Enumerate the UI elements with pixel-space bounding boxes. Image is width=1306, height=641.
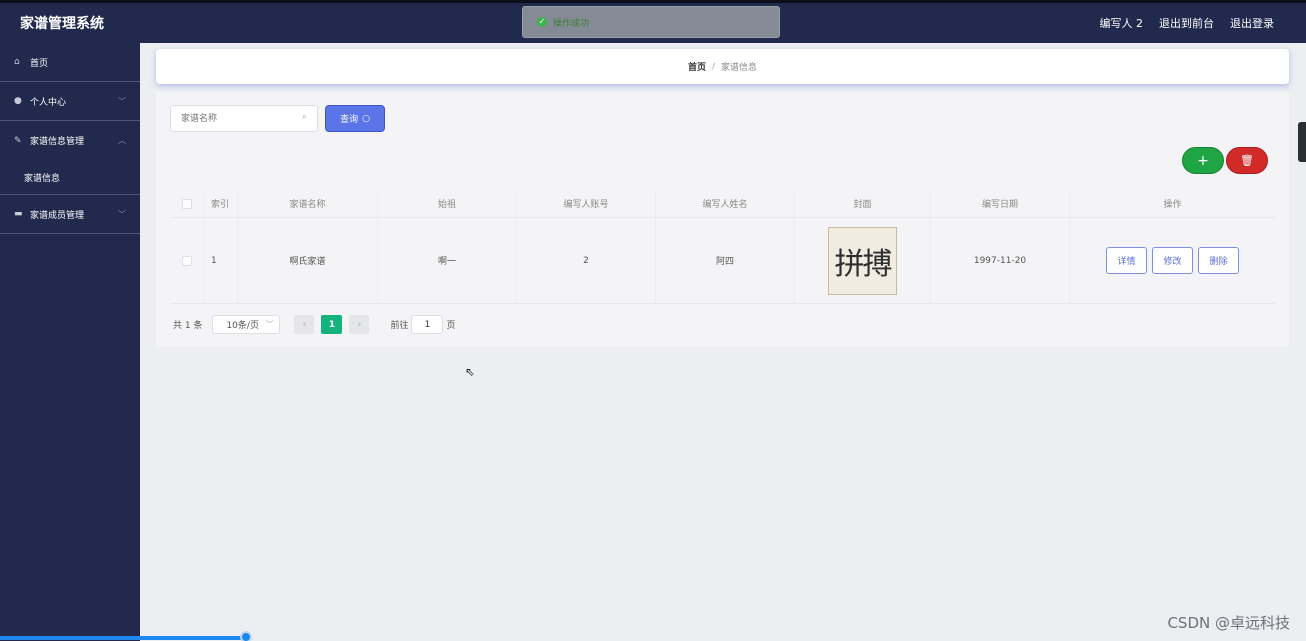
chevron-down-icon: ﹀	[118, 209, 126, 219]
cover-image: 拼搏	[828, 226, 897, 295]
cell-writer: 阿四	[656, 218, 795, 303]
cell-date: 1997-11-20	[931, 218, 1070, 303]
exit-front-link[interactable]: 退出到前台	[1159, 15, 1214, 31]
home-icon: ⌂	[14, 57, 20, 67]
search-button[interactable]: 查询 ○	[325, 105, 385, 132]
select-all-checkbox[interactable]	[181, 198, 192, 209]
breadcrumb-home[interactable]: 首页	[688, 60, 706, 73]
success-toast: ✓ 操作成功	[522, 6, 780, 38]
column-header: 编写日期	[931, 190, 1070, 217]
goto-label: 前往	[390, 321, 409, 331]
check-circle-icon: ✓	[537, 17, 547, 27]
watermark: CSDN @卓远科技	[1167, 614, 1290, 632]
batch-delete-button[interactable]: 🗑	[1226, 147, 1268, 174]
page-number-current[interactable]: 1	[321, 315, 343, 334]
search-button-label: 查询	[340, 115, 359, 125]
next-page-button[interactable]: ›	[349, 315, 370, 334]
breadcrumb: 首页 / 家谱信息	[156, 49, 1289, 84]
header-links: 编写人 2 退出到前台 退出登录	[1100, 15, 1275, 31]
detail-button[interactable]: 详情	[1106, 247, 1147, 274]
sidebar-item-profile[interactable]: ● 个人中心 ﹀	[0, 82, 140, 121]
search-icon: ○	[362, 113, 370, 124]
video-progress-bar[interactable]	[0, 636, 246, 640]
table-row: 1 啊氏家谱 啊一 2 阿四 拼搏 1997-11-20 详情 修改 删除	[170, 218, 1275, 304]
cell-actions: 详情 修改 删除	[1070, 218, 1275, 303]
logout-link[interactable]: 退出登录	[1230, 15, 1274, 31]
column-header: 封面	[795, 190, 931, 217]
column-header: 操作	[1163, 200, 1182, 210]
chevron-down-icon: ﹀	[265, 320, 274, 329]
sidebar-item-genealogy-manage[interactable]: ✎ 家谱信息管理 ︿	[0, 121, 140, 160]
progress-handle[interactable]	[240, 631, 252, 641]
toast-message: 操作成功	[553, 18, 590, 29]
column-header: 家谱名称	[238, 190, 378, 217]
book-icon: ✎	[14, 135, 22, 146]
cell-name: 啊氏家谱	[238, 218, 378, 303]
prev-page-button[interactable]: ‹	[294, 315, 315, 334]
page-suffix: 页	[446, 321, 456, 331]
cell-ancestor: 啊一	[378, 218, 517, 303]
chevron-up-icon: ︿	[118, 136, 126, 145]
total-count: 共 1 条	[173, 321, 203, 331]
user-icon: ●	[14, 96, 22, 106]
row-checkbox-cell	[170, 218, 204, 303]
mouse-cursor-icon: ⇖	[465, 365, 476, 379]
sidebar: ⌂ 首页 ● 个人中心 ﹀ ✎ 家谱信息管理 ︿ 家谱信息 ▬ 家谱成员管理 ﹀	[0, 43, 140, 641]
page-size-select[interactable]: 10条/页 ﹀	[212, 315, 281, 334]
delete-button[interactable]: 删除	[1198, 247, 1239, 274]
add-button[interactable]: +	[1182, 147, 1224, 174]
pagination: 共 1 条 10条/页 ﹀ ‹ 1 › 前往 页	[173, 315, 455, 334]
sidebar-item-label: 家谱信息管理	[30, 137, 85, 147]
monitor-icon: ▬	[14, 209, 23, 219]
column-header: 编写人姓名	[656, 190, 795, 217]
column-header: 索引	[204, 190, 238, 217]
search-icon: ⌕	[302, 112, 308, 122]
current-user: 编写人 2	[1099, 17, 1144, 30]
chevron-down-icon: ﹀	[118, 96, 126, 106]
sidebar-item-member-manage[interactable]: ▬ 家谱成员管理 ﹀	[0, 195, 140, 234]
cell-index: 1	[204, 218, 238, 303]
side-drawer-handle[interactable]	[1298, 122, 1306, 162]
cell-cover: 拼搏	[795, 218, 931, 303]
breadcrumb-separator: /	[711, 61, 716, 72]
sidebar-item-home[interactable]: ⌂ 首页	[0, 43, 140, 82]
sidebar-item-label: 家谱成员管理	[30, 210, 85, 221]
genealogy-table: 索引 家谱名称 始祖 编写人账号 编写人姓名 封面 编写日期 操作 1 啊氏家谱…	[170, 190, 1275, 304]
edit-button[interactable]: 修改	[1152, 247, 1193, 274]
table-header-row: 索引 家谱名称 始祖 编写人账号 编写人姓名 封面 编写日期 操作	[170, 190, 1275, 218]
chevron-left-icon: ‹	[302, 319, 307, 330]
sidebar-item-label: 个人中心	[30, 97, 67, 108]
goto-page-input[interactable]	[411, 315, 444, 334]
main-panel: ⌕ 查询 ○ + 🗑 索引 家谱名称 始祖 编写人账号 编写人姓名 封面 编写日…	[156, 92, 1289, 347]
plus-icon: +	[1197, 152, 1209, 169]
cell-account: 2	[517, 218, 656, 303]
page-size-value: 10条/页	[226, 321, 259, 331]
sidebar-subitem-genealogy-info[interactable]: 家谱信息	[0, 160, 140, 195]
breadcrumb-current: 家谱信息	[721, 63, 758, 73]
sidebar-item-label: 家谱信息	[24, 173, 61, 184]
column-header: 始祖	[378, 190, 517, 217]
header-checkbox-cell	[170, 190, 204, 217]
column-header: 编写人账号	[517, 190, 656, 217]
chevron-right-icon: ›	[357, 319, 362, 330]
row-checkbox[interactable]	[181, 255, 192, 266]
app-title: 家谱管理系统	[20, 16, 104, 32]
trash-icon: 🗑	[1240, 154, 1254, 167]
sidebar-item-label: 首页	[30, 58, 49, 69]
search-input[interactable]	[170, 105, 318, 132]
